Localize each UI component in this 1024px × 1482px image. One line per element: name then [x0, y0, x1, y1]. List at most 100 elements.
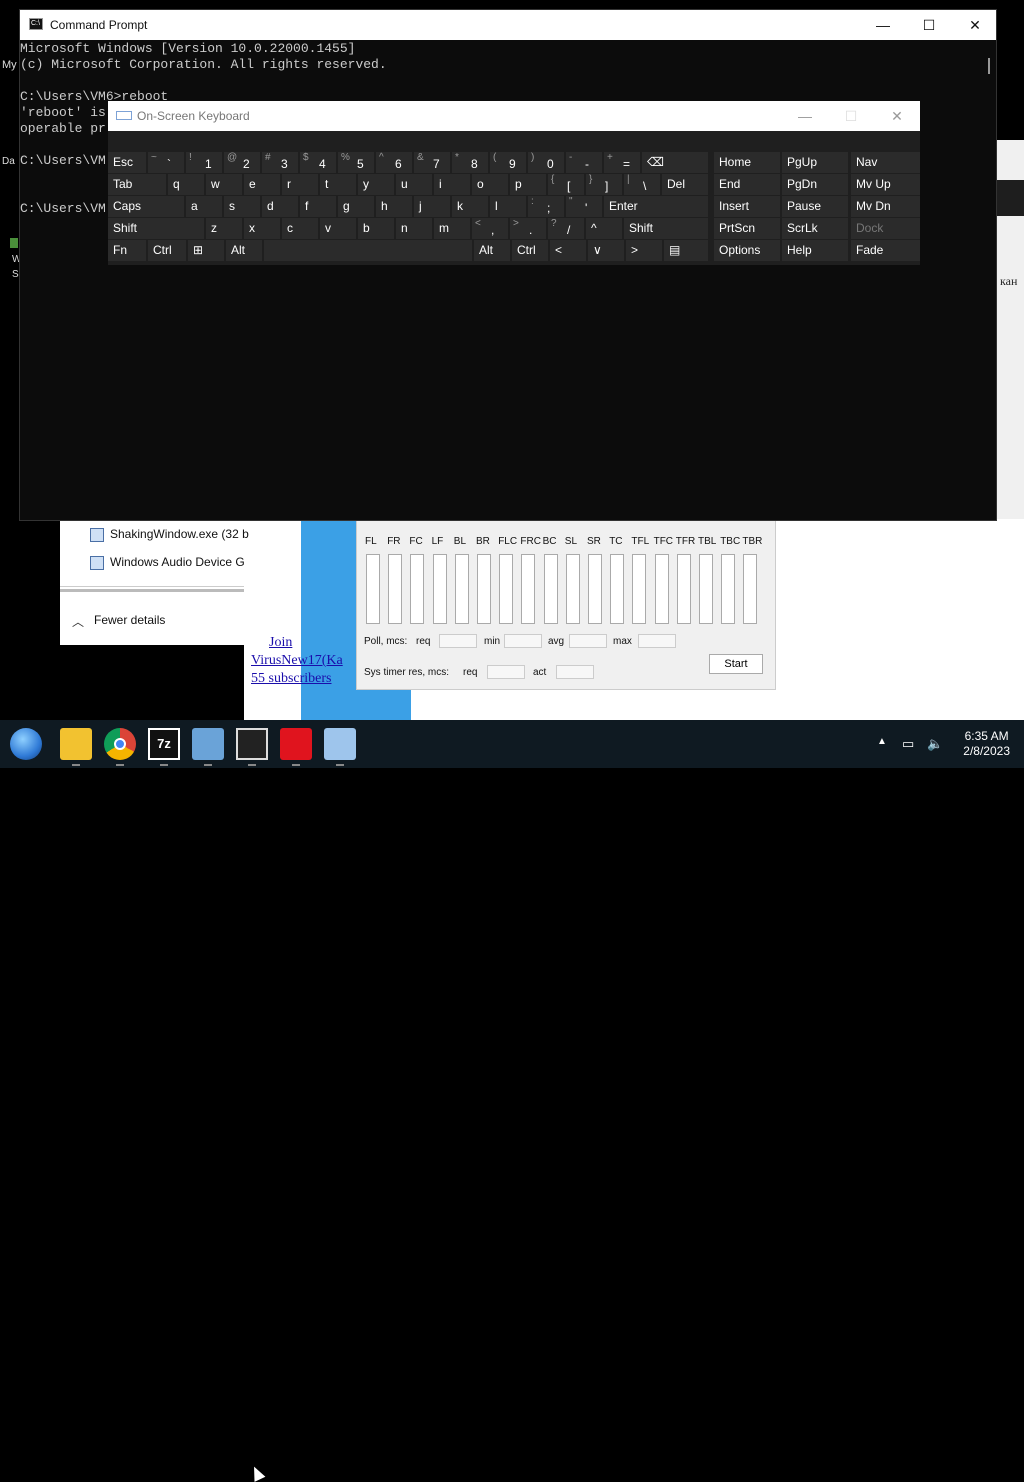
close-button[interactable]: ✕	[952, 10, 998, 40]
close-button[interactable]: ✕	[874, 101, 920, 131]
key-symbol[interactable]: + =	[604, 152, 640, 173]
key-v[interactable]: v	[320, 218, 356, 239]
key-r[interactable]: r	[282, 174, 318, 195]
key-pause[interactable]: Pause	[782, 196, 848, 217]
key-symbol[interactable]: ~ `	[148, 152, 184, 173]
acrobat-icon[interactable]	[280, 728, 312, 760]
key-mvup[interactable]: Mv Up	[851, 174, 920, 195]
key-a[interactable]: a	[186, 196, 222, 217]
key-symbol[interactable]: " '	[566, 196, 602, 217]
key-pgup[interactable]: PgUp	[782, 152, 848, 173]
key-scrlk[interactable]: ScrLk	[782, 218, 848, 239]
minimize-button[interactable]: —	[860, 10, 906, 40]
key-tab[interactable]: Tab	[108, 174, 166, 195]
key-q[interactable]: q	[168, 174, 204, 195]
key-d[interactable]: d	[262, 196, 298, 217]
minimize-button[interactable]: —	[782, 101, 828, 131]
key-shift[interactable]: Shift	[624, 218, 708, 239]
desktop-label[interactable]: Da	[2, 156, 15, 167]
key-symbol[interactable]: :;	[528, 196, 564, 217]
key-symbol[interactable]: >.	[510, 218, 546, 239]
key-k[interactable]: k	[452, 196, 488, 217]
key-9[interactable]: (9	[490, 152, 526, 173]
start-button[interactable]: Start	[709, 654, 763, 674]
key-esc[interactable]: Esc	[108, 152, 146, 173]
explorer-icon[interactable]	[60, 728, 92, 760]
osk-title-bar[interactable]: On-Screen Keyboard — ☐ ✕	[108, 101, 920, 131]
key-fn[interactable]: Fn	[108, 240, 146, 261]
key-p[interactable]: p	[510, 174, 546, 195]
cmd-icon[interactable]	[236, 728, 268, 760]
key-4[interactable]: $4	[300, 152, 336, 173]
key-x[interactable]: x	[244, 218, 280, 239]
key-n[interactable]: n	[396, 218, 432, 239]
scrollbar-thumb[interactable]	[988, 58, 990, 74]
key-symbol[interactable]: ⌫	[642, 152, 708, 173]
key-w[interactable]: w	[206, 174, 242, 195]
7zip-icon[interactable]: 7z	[148, 728, 180, 760]
key-z[interactable]: z	[206, 218, 242, 239]
desktop-label[interactable]: S	[12, 269, 19, 280]
key-ctrl[interactable]: Ctrl	[148, 240, 186, 261]
key-3[interactable]: #3	[262, 152, 298, 173]
key-symbol[interactable]: }]	[586, 174, 622, 195]
fewer-details-button[interactable]: Fewer details	[94, 613, 250, 627]
chevron-up-icon[interactable]: ︿	[72, 613, 84, 630]
subscribers-link[interactable]: 55 subscribers	[251, 671, 332, 687]
key-y[interactable]: y	[358, 174, 394, 195]
key-j[interactable]: j	[414, 196, 450, 217]
key-ctrl[interactable]: Ctrl	[512, 240, 548, 261]
key-prtscn[interactable]: PrtScn	[714, 218, 780, 239]
key-u[interactable]: u	[396, 174, 432, 195]
key-space[interactable]	[264, 240, 472, 261]
key-shift[interactable]: Shift	[108, 218, 204, 239]
process-item[interactable]: Windows Audio Device G	[110, 555, 266, 569]
key-pgdn[interactable]: PgDn	[782, 174, 848, 195]
key-g[interactable]: g	[338, 196, 374, 217]
key-mvdn[interactable]: Mv Dn	[851, 196, 920, 217]
chrome-icon[interactable]	[104, 728, 136, 760]
channel-link[interactable]: VirusNew17(Ka	[251, 653, 343, 669]
key-0[interactable]: ) 0	[528, 152, 564, 173]
key-symbol[interactable]: <	[550, 240, 586, 261]
clock[interactable]: 6:35 AM 2/8/2023	[963, 729, 1010, 759]
desktop-icon[interactable]	[10, 238, 18, 248]
key-7[interactable]: & 7	[414, 152, 450, 173]
key-f[interactable]: f	[300, 196, 336, 217]
key-home[interactable]: Home	[714, 152, 780, 173]
key-1[interactable]: ! 1	[186, 152, 222, 173]
key-symbol[interactable]: >	[626, 240, 662, 261]
key-s[interactable]: s	[224, 196, 260, 217]
computer-icon[interactable]	[324, 728, 356, 760]
key-alt[interactable]: Alt	[226, 240, 262, 261]
key-help[interactable]: Help	[782, 240, 848, 261]
key-o[interactable]: o	[472, 174, 508, 195]
key-symbol[interactable]: ▤	[664, 240, 708, 261]
key-symbol[interactable]: --	[566, 152, 602, 173]
start-icon[interactable]	[10, 728, 42, 760]
key-caps[interactable]: Caps	[108, 196, 184, 217]
key-symbol[interactable]: ∨	[588, 240, 624, 261]
key-symbol[interactable]: <,	[472, 218, 508, 239]
chevron-up-icon[interactable]: ▲	[877, 736, 887, 747]
key-symbol[interactable]: {[	[548, 174, 584, 195]
desktop-label[interactable]: My	[2, 59, 17, 71]
key-h[interactable]: h	[376, 196, 412, 217]
maximize-button[interactable]: ☐	[906, 10, 952, 40]
horizontal-scrollbar[interactable]	[60, 589, 244, 592]
key-dock[interactable]: Dock	[851, 218, 920, 239]
key-t[interactable]: t	[320, 174, 356, 195]
cmd-title-bar[interactable]: C:\ Command Prompt — ☐ ✕	[20, 10, 996, 40]
key-8[interactable]: * 8	[452, 152, 488, 173]
process-item[interactable]: ShakingWindow.exe (32 b	[110, 527, 266, 541]
key-symbol[interactable]: | \	[624, 174, 660, 195]
maximize-button[interactable]: ☐	[828, 101, 874, 131]
key-b[interactable]: b	[358, 218, 394, 239]
key-5[interactable]: % 5	[338, 152, 374, 173]
image-viewer-icon[interactable]	[192, 728, 224, 760]
key-c[interactable]: c	[282, 218, 318, 239]
key-symbol[interactable]: ⊞	[188, 240, 224, 261]
key-insert[interactable]: Insert	[714, 196, 780, 217]
key-l[interactable]: l	[490, 196, 526, 217]
key-symbol[interactable]: ? /	[548, 218, 584, 239]
